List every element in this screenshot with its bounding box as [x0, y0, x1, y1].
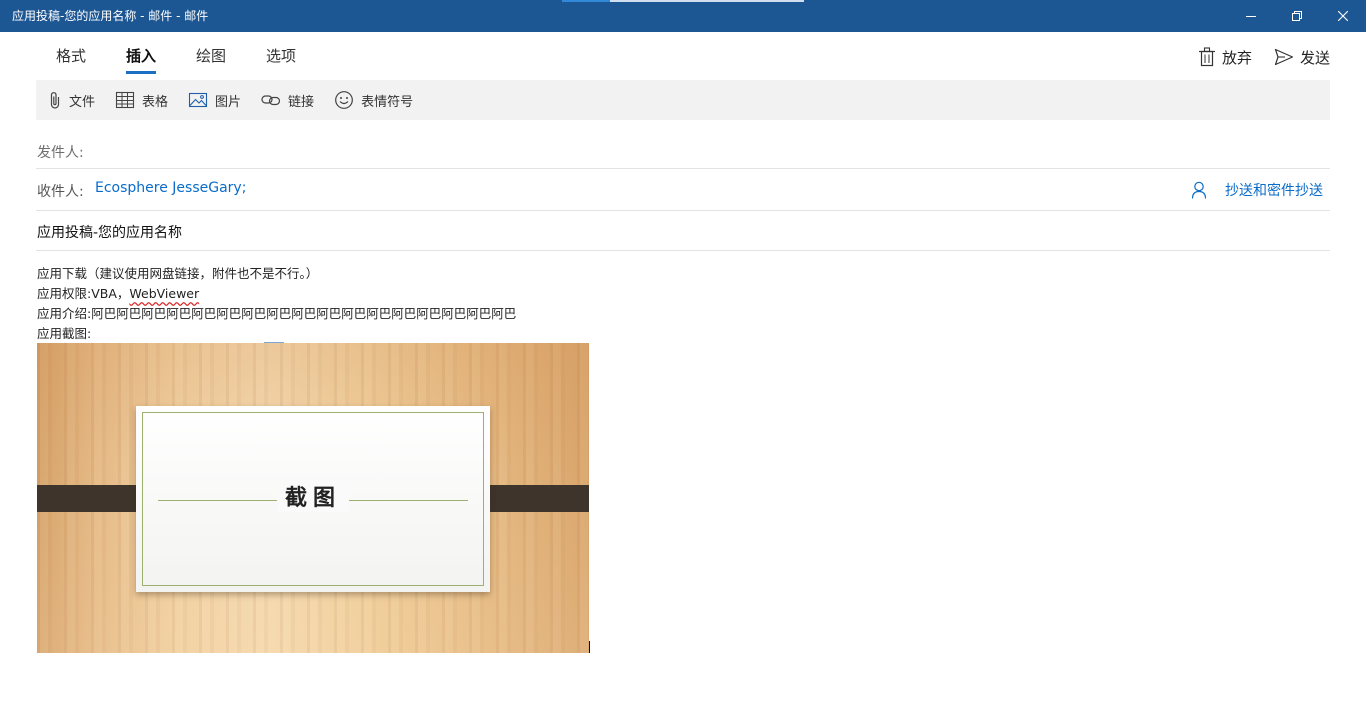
insert-emoji-label: 表情符号 [361, 94, 414, 110]
insert-ribbon: 文件 表格 图片 链接 表情符号 [36, 80, 1330, 120]
tab-insert[interactable]: 插入 [106, 40, 176, 74]
paperclip-icon [50, 92, 60, 109]
send-label: 发送 [1299, 48, 1330, 67]
dark-band-left [37, 485, 147, 512]
restore-button[interactable] [1274, 0, 1320, 32]
paper-card: 截图 [136, 406, 490, 592]
tab-format[interactable]: 格式 [36, 40, 106, 74]
body-line-permissions: 应用权限:VBA，WebViewer [37, 284, 516, 304]
permissions-text: 应用权限:VBA， [37, 286, 130, 301]
send-button[interactable]: 发送 [1274, 44, 1330, 70]
send-icon [1274, 48, 1294, 66]
close-icon [1338, 11, 1348, 21]
table-icon [115, 91, 135, 109]
insert-picture-button[interactable]: 图片 [188, 86, 241, 114]
insert-link-label: 链接 [288, 94, 315, 110]
card-caption: 截图 [136, 480, 490, 512]
cc-bcc-button[interactable]: 抄送和密件抄送 [1191, 180, 1323, 200]
from-label: 发件人: [37, 145, 84, 161]
body-line-download: 应用下载（建议使用网盘链接，附件也不是不行。） [37, 266, 319, 281]
misspelled-word[interactable]: WebViewer [129, 286, 199, 301]
to-field[interactable]: 收件人: Ecosphere JesseGary; 抄送和密件抄送 [36, 170, 1330, 211]
close-button[interactable] [1320, 0, 1366, 32]
minimize-button[interactable] [1228, 0, 1274, 32]
body-line-intro: 应用介绍:阿巴阿巴阿巴阿巴阿巴阿巴阿巴阿巴阿巴阿巴阿巴阿巴阿巴阿巴阿巴阿巴阿巴 [37, 306, 517, 321]
to-label: 收件人: [37, 184, 84, 200]
recipient-chip[interactable]: Ecosphere JesseGary; [95, 180, 246, 196]
subject-text[interactable]: 应用投稿-您的应用名称 [37, 222, 182, 242]
text-cursor [589, 641, 590, 653]
insert-file-button[interactable]: 文件 [48, 86, 95, 114]
body-line-screenshot: 应用截图: [37, 326, 92, 341]
message-body[interactable]: 应用下载（建议使用网盘链接，附件也不是不行。） 应用权限:VBA，WebView… [37, 264, 516, 344]
discard-label: 放弃 [1221, 48, 1252, 67]
from-field[interactable]: 发件人: [36, 130, 1330, 169]
card-caption-text: 截图 [276, 480, 349, 512]
emoji-icon [335, 91, 353, 109]
insert-table-button[interactable]: 表格 [115, 86, 168, 114]
title-bar: 应用投稿-您的应用名称 - 邮件 - 邮件 [0, 0, 1366, 32]
insert-file-label: 文件 [69, 94, 96, 110]
tab-draw[interactable]: 绘图 [176, 40, 246, 74]
discard-button[interactable]: 放弃 [1198, 44, 1252, 70]
insert-picture-label: 图片 [215, 94, 242, 110]
subject-field[interactable]: 应用投稿-您的应用名称 [36, 212, 1330, 251]
loading-progress-fill [562, 0, 611, 2]
dark-band-right [479, 485, 589, 512]
message-actions: 放弃 发送 [1198, 44, 1330, 70]
tab-options[interactable]: 选项 [246, 40, 316, 74]
link-icon [261, 95, 281, 106]
insert-emoji-button[interactable]: 表情符号 [334, 86, 413, 114]
loading-progress [562, 0, 804, 2]
minimize-icon [1246, 16, 1256, 17]
trash-icon [1198, 47, 1215, 67]
inline-screenshot-image[interactable]: 截图 [37, 343, 589, 653]
window-title: 应用投稿-您的应用名称 - 邮件 - 邮件 [12, 9, 209, 23]
restore-icon [1292, 11, 1302, 21]
picture-icon [188, 92, 208, 108]
cc-bcc-label: 抄送和密件抄送 [1225, 183, 1323, 199]
person-icon [1191, 181, 1207, 199]
insert-table-label: 表格 [142, 94, 169, 110]
ribbon-tabs: 格式 插入 绘图 选项 [36, 40, 316, 76]
insert-link-button[interactable]: 链接 [261, 86, 314, 114]
